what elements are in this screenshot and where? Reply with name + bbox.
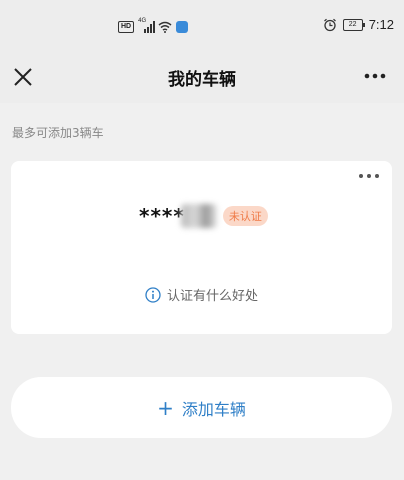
plus-icon: + bbox=[157, 395, 174, 420]
certification-benefits-link[interactable]: 认证有什么好处 bbox=[11, 285, 392, 304]
add-vehicle-label: 添加车辆 bbox=[181, 399, 246, 419]
add-vehicle-button[interactable]: + 添加车辆 bbox=[11, 377, 392, 438]
hd-badge: HD bbox=[118, 21, 135, 33]
plate-blur bbox=[180, 204, 217, 228]
nav-bar: 我的车辆 bbox=[0, 58, 404, 103]
page-title: 我的车辆 bbox=[168, 70, 236, 90]
status-badge: 未认证 bbox=[222, 206, 268, 226]
status-bar: HD 4G 22 7:12 bbox=[0, 0, 404, 58]
wifi-icon bbox=[158, 21, 172, 33]
signal-label: 4G bbox=[138, 18, 147, 24]
card-more-icon[interactable] bbox=[356, 167, 382, 185]
status-icons-center: HD 4G bbox=[118, 18, 189, 33]
alarm-icon bbox=[323, 18, 336, 31]
status-icons-right: 22 7:12 bbox=[323, 17, 394, 32]
plate-number: **** bbox=[139, 204, 185, 228]
info-link-text: 认证有什么好处 bbox=[166, 289, 258, 304]
vehicle-limit-hint: 最多可添加3辆车 bbox=[12, 126, 104, 140]
screen-share-icon bbox=[176, 21, 189, 33]
info-icon bbox=[145, 286, 161, 303]
clock: 7:12 bbox=[368, 17, 394, 32]
more-icon[interactable] bbox=[362, 66, 388, 86]
battery-icon: 22 bbox=[342, 18, 365, 31]
vehicle-card[interactable]: **** 未认证 认证有什么好处 bbox=[11, 161, 392, 334]
plate-row: **** 未认证 bbox=[139, 203, 268, 229]
signal-icon: 4G bbox=[138, 18, 156, 33]
